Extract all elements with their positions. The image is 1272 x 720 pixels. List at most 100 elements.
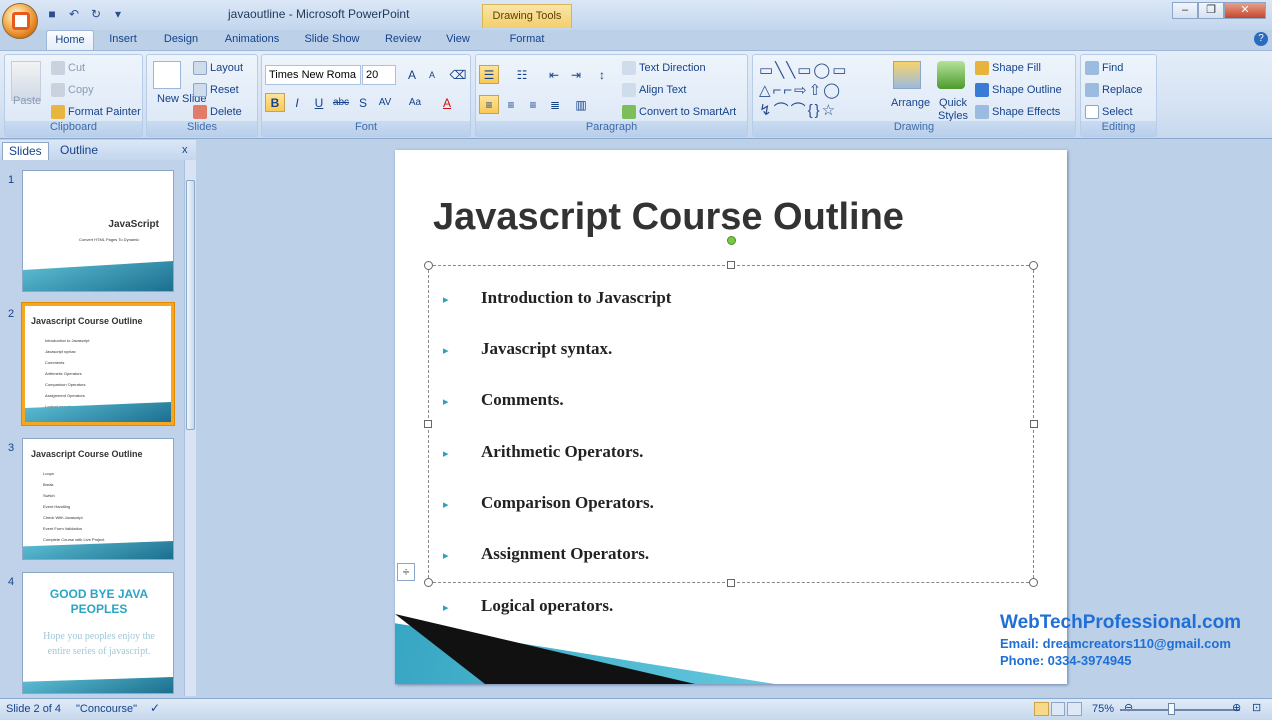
tab-design[interactable]: Design [156, 30, 206, 50]
bullet-text[interactable]: Comments. [481, 390, 564, 410]
font-color-button[interactable]: A [437, 93, 457, 112]
close-pane-icon[interactable]: x [176, 142, 194, 160]
tab-animations[interactable]: Animations [218, 30, 286, 50]
bullet-text[interactable]: Javascript syntax. [481, 339, 612, 359]
find-button[interactable]: Find [1085, 61, 1123, 75]
arrange-icon[interactable] [893, 61, 921, 89]
current-slide[interactable]: Javascript Course Outline ▸ Introduction… [395, 150, 1067, 684]
rotate-handle[interactable] [727, 236, 736, 245]
bullet-text[interactable]: Comparison Operators. [481, 493, 654, 513]
line-spacing-icon[interactable]: ↕ [592, 65, 612, 84]
character-spacing-button[interactable]: AV [375, 93, 395, 112]
undo-icon[interactable]: ↶ [66, 6, 82, 22]
bullets-icon[interactable]: ☰ [479, 65, 499, 84]
tab-insert[interactable]: Insert [100, 30, 146, 50]
underline-button[interactable]: U [309, 93, 329, 112]
tab-home[interactable]: Home [46, 30, 94, 50]
office-button[interactable] [2, 3, 38, 39]
zoom-out-icon[interactable]: ⊖ [1124, 701, 1133, 714]
align-left-icon[interactable]: ≡ [479, 95, 499, 114]
arrange-button[interactable]: Arrange [891, 97, 930, 109]
reset-button[interactable]: Reset [193, 83, 239, 97]
tab-slides[interactable]: Slides [2, 142, 49, 160]
tab-outline[interactable]: Outline [54, 142, 104, 160]
paste-button[interactable]: Paste [13, 95, 41, 107]
resize-handle[interactable] [424, 261, 433, 270]
save-icon[interactable]: ■ [44, 6, 60, 22]
numbering-icon[interactable]: ☷ [512, 65, 532, 84]
resize-handle[interactable] [727, 579, 735, 587]
align-center-icon[interactable]: ≡ [501, 95, 521, 114]
delete-button[interactable]: Delete [193, 105, 242, 119]
italic-button[interactable]: I [287, 93, 307, 112]
help-icon[interactable]: ? [1254, 32, 1268, 46]
customize-qat-button[interactable]: ▾ [110, 6, 126, 22]
text-direction-button[interactable]: Text Direction [622, 61, 706, 75]
minimize-icon[interactable]: – [1172, 2, 1198, 19]
align-right-icon[interactable]: ≡ [523, 95, 543, 114]
shape-fill-button[interactable]: Shape Fill [975, 61, 1041, 75]
shapes-gallery[interactable]: ▭╲╲▭◯▭ △⌐⌐⇨⇧◯ ↯⌒⌒{}☆ [759, 61, 879, 123]
replace-button[interactable]: Replace [1085, 83, 1142, 97]
zoom-in-icon[interactable]: ⊕ [1232, 701, 1241, 714]
resize-handle[interactable] [424, 578, 433, 587]
quick-styles-icon[interactable] [937, 61, 965, 89]
zoom-level[interactable]: 75% [1092, 703, 1114, 715]
select-button[interactable]: Select [1085, 105, 1133, 119]
new-slide-icon[interactable] [153, 61, 181, 89]
cut-button[interactable]: Cut [51, 61, 85, 75]
slide-thumbnail-1[interactable]: JavaScript Convert HTML Pages To Dynamic [22, 170, 174, 292]
slide-show-icon[interactable] [1067, 702, 1083, 716]
theme-name[interactable]: "Concourse" [76, 703, 137, 715]
bullet-text[interactable]: Introduction to Javascript [481, 288, 671, 308]
shape-outline-button[interactable]: Shape Outline [975, 83, 1062, 97]
layout-button[interactable]: Layout [193, 61, 243, 75]
clear-formatting-icon[interactable]: ⌫ [448, 65, 468, 84]
align-text-button[interactable]: Align Text [622, 83, 687, 97]
bold-button[interactable]: B [265, 93, 285, 112]
tab-review[interactable]: Review [378, 30, 428, 50]
text-shadow-button[interactable]: S [353, 93, 373, 112]
change-case-button[interactable]: Aa [405, 93, 425, 112]
close-icon[interactable]: ✕ [1224, 2, 1266, 19]
quick-styles-button[interactable]: Quick Styles [935, 97, 971, 123]
tab-slide-show[interactable]: Slide Show [298, 30, 366, 50]
strikethrough-button[interactable]: abc [331, 93, 351, 112]
resize-handle[interactable] [1029, 578, 1038, 587]
slide-title[interactable]: Javascript Course Outline [433, 196, 904, 239]
tab-view[interactable]: View [436, 30, 480, 50]
fit-to-window-icon[interactable]: ⊡ [1252, 701, 1261, 714]
resize-handle[interactable] [424, 420, 432, 428]
slides-pane-scrollbar[interactable] [184, 160, 196, 696]
bullet-text[interactable]: Arithmetic Operators. [481, 442, 643, 462]
bullet-text[interactable]: Assignment Operators. [481, 544, 649, 564]
zoom-slider-knob[interactable] [1168, 703, 1175, 715]
zoom-slider[interactable] [1120, 709, 1240, 711]
grow-font-button[interactable]: A [402, 65, 422, 84]
slide-thumbnail-2[interactable]: Javascript Course Outline Introduction t… [22, 303, 174, 425]
slide-thumbnail-4[interactable]: GOOD BYE JAVA PEOPLES Hope you peoples e… [22, 572, 174, 694]
font-family-select[interactable]: Times New Roma [265, 65, 361, 85]
shape-effects-button[interactable]: Shape Effects [975, 105, 1060, 119]
resize-handle[interactable] [1029, 261, 1038, 270]
redo-icon[interactable]: ↻ [88, 6, 104, 22]
decrease-indent-icon[interactable]: ⇤ [544, 65, 564, 84]
tab-format[interactable]: Format [500, 30, 554, 50]
content-placeholder[interactable] [424, 261, 1038, 587]
convert-smartart-button[interactable]: Convert to SmartArt [622, 105, 736, 119]
increase-indent-icon[interactable]: ⇥ [566, 65, 586, 84]
resize-handle[interactable] [1030, 420, 1038, 428]
restore-icon[interactable]: ❐ [1198, 2, 1224, 19]
resize-handle[interactable] [727, 261, 735, 269]
spell-check-icon[interactable]: ✓ [150, 701, 160, 715]
font-size-select[interactable]: 20 [362, 65, 396, 85]
shrink-font-button[interactable]: A [422, 65, 442, 84]
autofit-options-icon[interactable]: ÷ [397, 563, 415, 581]
slide-sorter-icon[interactable] [1050, 702, 1066, 716]
slide-thumbnail-3[interactable]: Javascript Course Outline Loops Break Sw… [22, 438, 174, 560]
bullet-text[interactable]: Logical operators. [481, 596, 613, 616]
columns-icon[interactable]: ▥ [571, 95, 591, 114]
normal-view-icon[interactable] [1034, 702, 1049, 716]
justify-icon[interactable]: ≣ [545, 95, 565, 114]
copy-button[interactable]: Copy [51, 83, 94, 97]
